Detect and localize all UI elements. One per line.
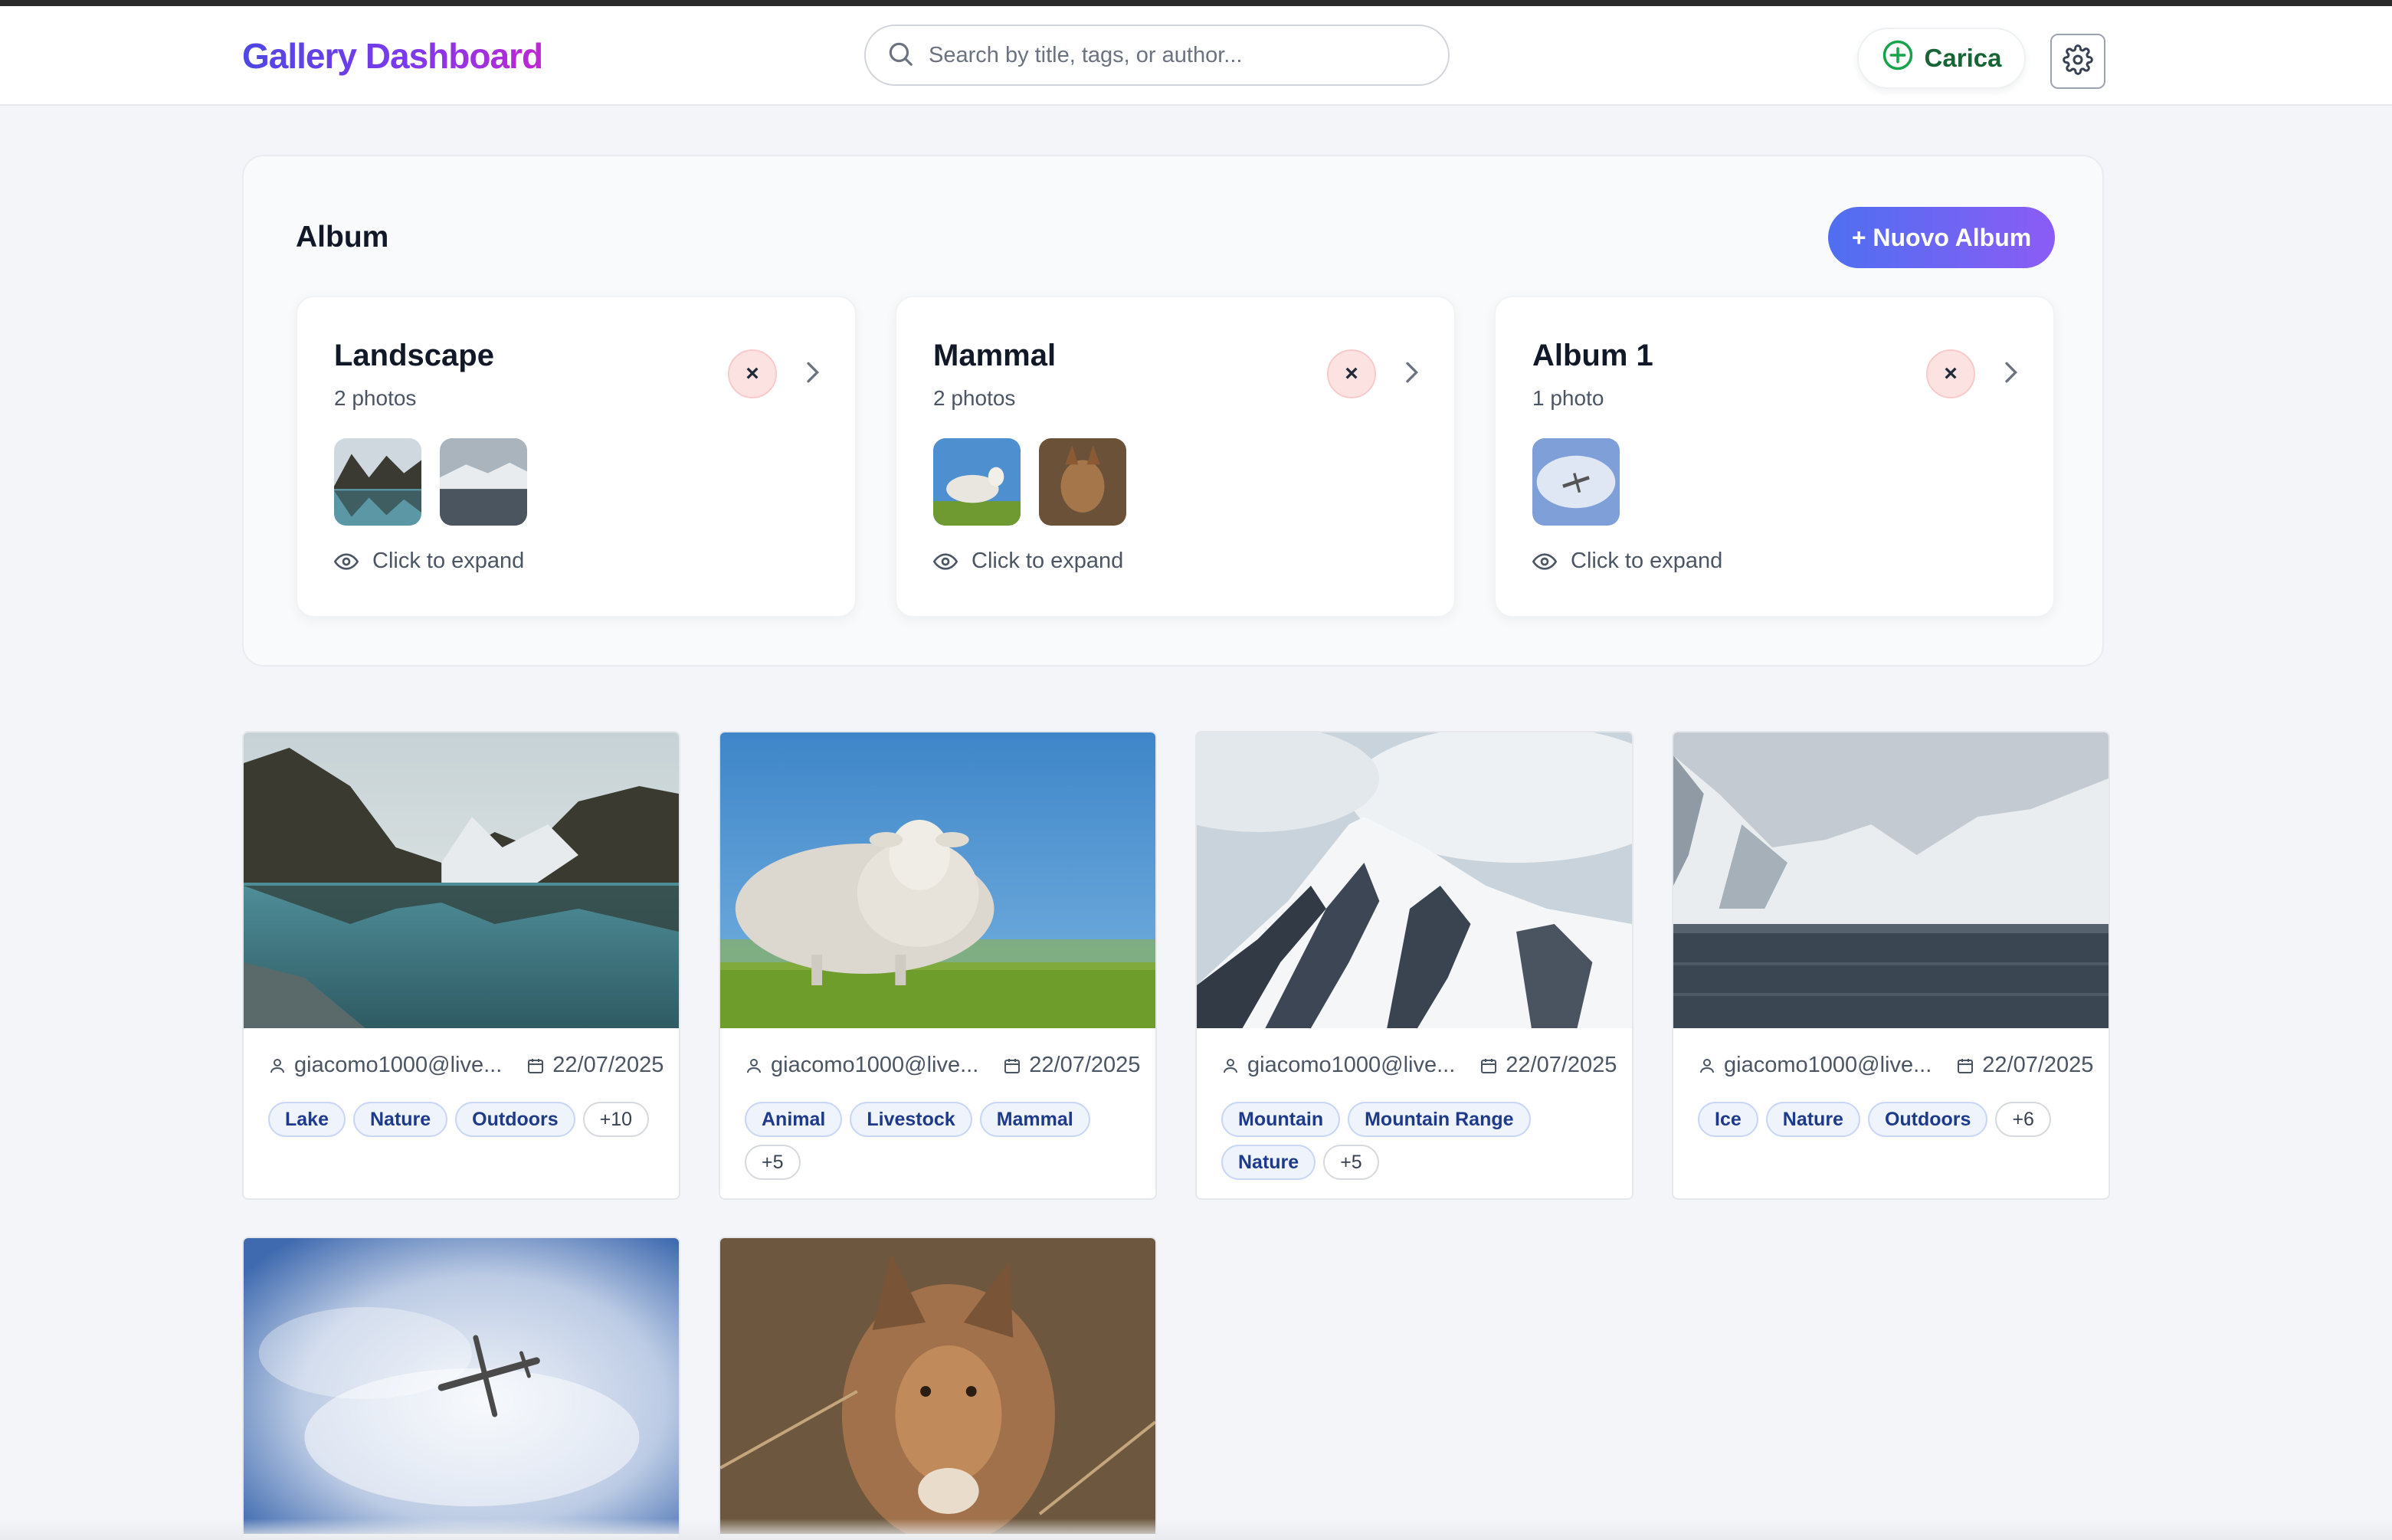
calendar-icon bbox=[528, 1058, 544, 1073]
app-logo-title[interactable]: Gallery Dashboard bbox=[242, 35, 543, 77]
tag-chip[interactable]: Lake bbox=[268, 1102, 346, 1137]
calendar-icon bbox=[1958, 1058, 1974, 1073]
more-tags-chip[interactable]: +10 bbox=[582, 1102, 650, 1137]
photo-date: 22/07/2025 bbox=[1029, 1053, 1141, 1077]
album-photo-count: 1 photo bbox=[1532, 386, 1604, 410]
user-icon bbox=[747, 1058, 761, 1073]
upload-button[interactable]: Carica bbox=[1857, 28, 2026, 89]
more-tags-chip[interactable]: +6 bbox=[1995, 1102, 2051, 1137]
search-input[interactable] bbox=[929, 42, 1419, 68]
album-card-mammal[interactable]: Mammal 2 photos × Click to expand bbox=[895, 296, 1456, 618]
close-icon: × bbox=[1944, 361, 1958, 386]
chevron-right-icon[interactable] bbox=[1995, 357, 2026, 388]
tag-chip[interactable]: Nature bbox=[352, 1102, 448, 1137]
window-top-edge bbox=[0, 0, 2392, 6]
upload-button-label: Carica bbox=[1924, 44, 2002, 72]
eye-icon bbox=[933, 552, 958, 570]
photo-card[interactable] bbox=[242, 1237, 680, 1540]
tag-chip[interactable]: Mountain Range bbox=[1348, 1102, 1531, 1137]
expand-hint[interactable]: Click to expand bbox=[1532, 549, 1722, 574]
photo-author: giacomo1000@live... bbox=[1247, 1053, 1456, 1077]
album-thumbnail[interactable] bbox=[1532, 438, 1620, 526]
expand-hint[interactable]: Click to expand bbox=[933, 549, 1123, 574]
photo-image-airplane[interactable] bbox=[244, 1238, 679, 1534]
chevron-right-icon[interactable] bbox=[1396, 357, 1427, 388]
album-thumbnail[interactable] bbox=[334, 438, 421, 526]
gear-icon bbox=[2063, 44, 2093, 79]
tag-chip[interactable]: Ice bbox=[1698, 1102, 1758, 1137]
album-photo-count: 2 photos bbox=[334, 386, 417, 410]
photo-image-ice[interactable] bbox=[1673, 732, 2109, 1028]
user-icon bbox=[270, 1058, 284, 1073]
delete-album-button[interactable]: × bbox=[1926, 349, 1975, 398]
delete-album-button[interactable]: × bbox=[728, 349, 777, 398]
close-icon: × bbox=[745, 361, 759, 386]
more-tags-chip[interactable]: +5 bbox=[1323, 1145, 1379, 1180]
expand-label: Click to expand bbox=[972, 549, 1124, 573]
photo-image-fox[interactable] bbox=[720, 1238, 1155, 1534]
photo-date: 22/07/2025 bbox=[1982, 1053, 2094, 1077]
photo-card[interactable]: giacomo1000@live... 22/07/2025 Lake Natu… bbox=[242, 731, 680, 1200]
tag-chip[interactable]: Outdoors bbox=[1867, 1102, 1988, 1137]
calendar-icon bbox=[1004, 1058, 1021, 1073]
tag-chip[interactable]: Livestock bbox=[850, 1102, 972, 1137]
album-card-album-1[interactable]: Album 1 1 photo × Click to expand bbox=[1494, 296, 2055, 618]
tag-chip[interactable]: Nature bbox=[1221, 1145, 1316, 1180]
photo-author: giacomo1000@live... bbox=[294, 1053, 503, 1077]
expand-hint[interactable]: Click to expand bbox=[334, 549, 524, 574]
user-icon bbox=[1224, 1058, 1237, 1073]
album-name: Landscape bbox=[334, 339, 494, 372]
album-section-title: Album bbox=[296, 221, 389, 254]
eye-icon bbox=[1532, 552, 1557, 570]
photo-card[interactable]: giacomo1000@live... 22/07/2025 Animal Li… bbox=[719, 731, 1157, 1200]
photo-date: 22/07/2025 bbox=[552, 1053, 664, 1077]
viewport-bottom-fade bbox=[0, 1519, 2392, 1540]
album-thumbnail[interactable] bbox=[1039, 438, 1126, 526]
tag-chip[interactable]: Nature bbox=[1765, 1102, 1860, 1137]
expand-label: Click to expand bbox=[1571, 549, 1723, 573]
top-bar: Gallery Dashboard Carica bbox=[0, 6, 2392, 106]
photo-image-sheep[interactable] bbox=[720, 732, 1155, 1028]
tag-chip[interactable]: Outdoors bbox=[455, 1102, 575, 1137]
album-name: Mammal bbox=[933, 339, 1057, 372]
user-icon bbox=[1700, 1058, 1714, 1073]
search-icon bbox=[886, 39, 915, 72]
album-thumbnail[interactable] bbox=[933, 438, 1021, 526]
photo-card[interactable]: giacomo1000@live... 22/07/2025 Mountain … bbox=[1195, 731, 1633, 1200]
photo-card[interactable] bbox=[719, 1237, 1157, 1540]
plus-circle-icon bbox=[1882, 39, 1914, 77]
settings-button[interactable] bbox=[2050, 34, 2105, 89]
tag-chip[interactable]: Animal bbox=[745, 1102, 843, 1137]
close-icon: × bbox=[1345, 361, 1358, 386]
expand-label: Click to expand bbox=[372, 549, 525, 573]
album-name: Album 1 bbox=[1532, 339, 1653, 372]
album-panel: Album + Nuovo Album Landscape 2 photos ×… bbox=[242, 155, 2104, 667]
tag-chip[interactable]: Mountain bbox=[1221, 1102, 1341, 1137]
chevron-right-icon[interactable] bbox=[797, 357, 827, 388]
calendar-icon bbox=[1481, 1058, 1497, 1073]
more-tags-chip[interactable]: +5 bbox=[745, 1145, 801, 1180]
album-photo-count: 2 photos bbox=[933, 386, 1016, 410]
album-card-landscape[interactable]: Landscape 2 photos × Click to expand bbox=[296, 296, 857, 618]
album-thumbnail[interactable] bbox=[440, 438, 527, 526]
photo-date: 22/07/2025 bbox=[1506, 1053, 1617, 1077]
photo-card[interactable]: giacomo1000@live... 22/07/2025 Ice Natur… bbox=[1672, 731, 2110, 1200]
photo-image-mountain[interactable] bbox=[1197, 732, 1632, 1028]
photo-author: giacomo1000@live... bbox=[1724, 1053, 1932, 1077]
photo-author: giacomo1000@live... bbox=[771, 1053, 979, 1077]
photo-image-lake[interactable] bbox=[244, 732, 679, 1028]
eye-icon bbox=[334, 552, 359, 570]
tag-chip[interactable]: Mammal bbox=[979, 1102, 1090, 1137]
search-box[interactable] bbox=[864, 25, 1450, 86]
delete-album-button[interactable]: × bbox=[1327, 349, 1376, 398]
new-album-button[interactable]: + Nuovo Album bbox=[1828, 207, 2055, 268]
